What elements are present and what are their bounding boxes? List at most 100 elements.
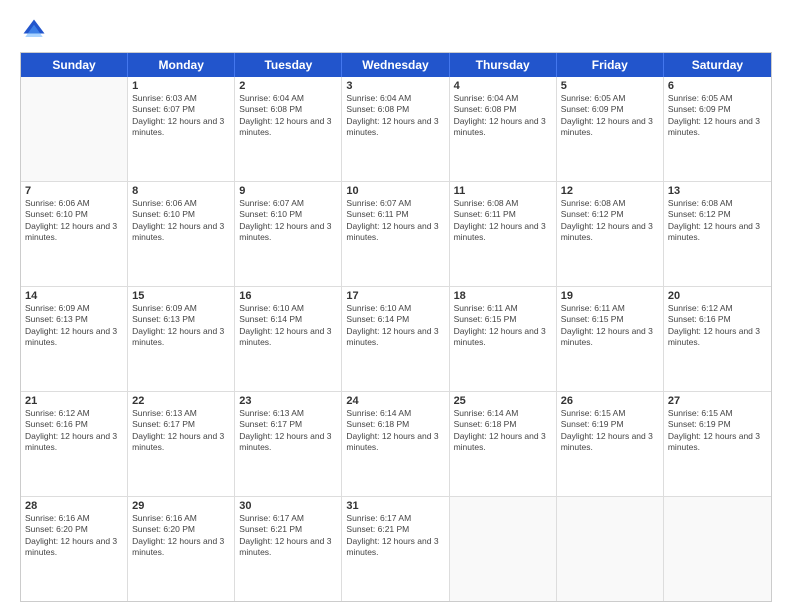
logo xyxy=(20,16,52,44)
calendar-cell: 19Sunrise: 6:11 AM Sunset: 6:15 PM Dayli… xyxy=(557,287,664,391)
day-of-week-header: Saturday xyxy=(664,53,771,77)
calendar-cell: 26Sunrise: 6:15 AM Sunset: 6:19 PM Dayli… xyxy=(557,392,664,496)
calendar-cell: 28Sunrise: 6:16 AM Sunset: 6:20 PM Dayli… xyxy=(21,497,128,601)
calendar-cell: 12Sunrise: 6:08 AM Sunset: 6:12 PM Dayli… xyxy=(557,182,664,286)
calendar-cell xyxy=(21,77,128,181)
day-info: Sunrise: 6:05 AM Sunset: 6:09 PM Dayligh… xyxy=(561,93,659,139)
day-of-week-header: Tuesday xyxy=(235,53,342,77)
day-info: Sunrise: 6:13 AM Sunset: 6:17 PM Dayligh… xyxy=(239,408,337,454)
calendar-cell: 24Sunrise: 6:14 AM Sunset: 6:18 PM Dayli… xyxy=(342,392,449,496)
day-info: Sunrise: 6:06 AM Sunset: 6:10 PM Dayligh… xyxy=(132,198,230,244)
day-number: 7 xyxy=(25,185,123,197)
day-number: 12 xyxy=(561,185,659,197)
day-info: Sunrise: 6:08 AM Sunset: 6:11 PM Dayligh… xyxy=(454,198,552,244)
day-info: Sunrise: 6:10 AM Sunset: 6:14 PM Dayligh… xyxy=(346,303,444,349)
day-info: Sunrise: 6:08 AM Sunset: 6:12 PM Dayligh… xyxy=(561,198,659,244)
day-number: 2 xyxy=(239,80,337,92)
day-info: Sunrise: 6:07 AM Sunset: 6:11 PM Dayligh… xyxy=(346,198,444,244)
calendar-cell: 20Sunrise: 6:12 AM Sunset: 6:16 PM Dayli… xyxy=(664,287,771,391)
calendar-week-row: 1Sunrise: 6:03 AM Sunset: 6:07 PM Daylig… xyxy=(21,77,771,182)
calendar-cell: 30Sunrise: 6:17 AM Sunset: 6:21 PM Dayli… xyxy=(235,497,342,601)
day-info: Sunrise: 6:11 AM Sunset: 6:15 PM Dayligh… xyxy=(561,303,659,349)
day-info: Sunrise: 6:16 AM Sunset: 6:20 PM Dayligh… xyxy=(25,513,123,559)
day-of-week-header: Sunday xyxy=(21,53,128,77)
calendar-cell: 3Sunrise: 6:04 AM Sunset: 6:08 PM Daylig… xyxy=(342,77,449,181)
day-info: Sunrise: 6:08 AM Sunset: 6:12 PM Dayligh… xyxy=(668,198,767,244)
calendar-cell: 11Sunrise: 6:08 AM Sunset: 6:11 PM Dayli… xyxy=(450,182,557,286)
day-number: 21 xyxy=(25,395,123,407)
calendar-cell: 1Sunrise: 6:03 AM Sunset: 6:07 PM Daylig… xyxy=(128,77,235,181)
calendar-cell: 31Sunrise: 6:17 AM Sunset: 6:21 PM Dayli… xyxy=(342,497,449,601)
day-info: Sunrise: 6:03 AM Sunset: 6:07 PM Dayligh… xyxy=(132,93,230,139)
page: SundayMondayTuesdayWednesdayThursdayFrid… xyxy=(0,0,792,612)
day-info: Sunrise: 6:04 AM Sunset: 6:08 PM Dayligh… xyxy=(239,93,337,139)
calendar-cell xyxy=(664,497,771,601)
day-number: 1 xyxy=(132,80,230,92)
calendar-cell: 7Sunrise: 6:06 AM Sunset: 6:10 PM Daylig… xyxy=(21,182,128,286)
day-number: 30 xyxy=(239,500,337,512)
day-info: Sunrise: 6:04 AM Sunset: 6:08 PM Dayligh… xyxy=(346,93,444,139)
calendar-cell: 15Sunrise: 6:09 AM Sunset: 6:13 PM Dayli… xyxy=(128,287,235,391)
calendar-cell: 14Sunrise: 6:09 AM Sunset: 6:13 PM Dayli… xyxy=(21,287,128,391)
day-number: 18 xyxy=(454,290,552,302)
day-number: 3 xyxy=(346,80,444,92)
day-info: Sunrise: 6:17 AM Sunset: 6:21 PM Dayligh… xyxy=(239,513,337,559)
day-number: 25 xyxy=(454,395,552,407)
calendar-header: SundayMondayTuesdayWednesdayThursdayFrid… xyxy=(21,53,771,77)
day-of-week-header: Friday xyxy=(557,53,664,77)
calendar-cell: 5Sunrise: 6:05 AM Sunset: 6:09 PM Daylig… xyxy=(557,77,664,181)
day-info: Sunrise: 6:14 AM Sunset: 6:18 PM Dayligh… xyxy=(346,408,444,454)
day-number: 5 xyxy=(561,80,659,92)
day-number: 9 xyxy=(239,185,337,197)
day-number: 29 xyxy=(132,500,230,512)
day-info: Sunrise: 6:14 AM Sunset: 6:18 PM Dayligh… xyxy=(454,408,552,454)
day-info: Sunrise: 6:13 AM Sunset: 6:17 PM Dayligh… xyxy=(132,408,230,454)
day-of-week-header: Thursday xyxy=(450,53,557,77)
day-info: Sunrise: 6:06 AM Sunset: 6:10 PM Dayligh… xyxy=(25,198,123,244)
calendar-week-row: 28Sunrise: 6:16 AM Sunset: 6:20 PM Dayli… xyxy=(21,497,771,601)
calendar-cell: 16Sunrise: 6:10 AM Sunset: 6:14 PM Dayli… xyxy=(235,287,342,391)
day-number: 4 xyxy=(454,80,552,92)
day-number: 14 xyxy=(25,290,123,302)
calendar: SundayMondayTuesdayWednesdayThursdayFrid… xyxy=(20,52,772,602)
day-info: Sunrise: 6:17 AM Sunset: 6:21 PM Dayligh… xyxy=(346,513,444,559)
day-number: 17 xyxy=(346,290,444,302)
calendar-cell: 21Sunrise: 6:12 AM Sunset: 6:16 PM Dayli… xyxy=(21,392,128,496)
day-info: Sunrise: 6:11 AM Sunset: 6:15 PM Dayligh… xyxy=(454,303,552,349)
calendar-cell: 8Sunrise: 6:06 AM Sunset: 6:10 PM Daylig… xyxy=(128,182,235,286)
calendar-cell: 25Sunrise: 6:14 AM Sunset: 6:18 PM Dayli… xyxy=(450,392,557,496)
header xyxy=(20,16,772,44)
calendar-cell: 13Sunrise: 6:08 AM Sunset: 6:12 PM Dayli… xyxy=(664,182,771,286)
day-number: 23 xyxy=(239,395,337,407)
calendar-cell: 18Sunrise: 6:11 AM Sunset: 6:15 PM Dayli… xyxy=(450,287,557,391)
calendar-week-row: 14Sunrise: 6:09 AM Sunset: 6:13 PM Dayli… xyxy=(21,287,771,392)
calendar-cell: 27Sunrise: 6:15 AM Sunset: 6:19 PM Dayli… xyxy=(664,392,771,496)
calendar-cell: 4Sunrise: 6:04 AM Sunset: 6:08 PM Daylig… xyxy=(450,77,557,181)
day-number: 8 xyxy=(132,185,230,197)
day-info: Sunrise: 6:05 AM Sunset: 6:09 PM Dayligh… xyxy=(668,93,767,139)
day-info: Sunrise: 6:15 AM Sunset: 6:19 PM Dayligh… xyxy=(668,408,767,454)
day-number: 6 xyxy=(668,80,767,92)
day-number: 26 xyxy=(561,395,659,407)
logo-icon xyxy=(20,16,48,44)
calendar-cell: 29Sunrise: 6:16 AM Sunset: 6:20 PM Dayli… xyxy=(128,497,235,601)
calendar-cell: 17Sunrise: 6:10 AM Sunset: 6:14 PM Dayli… xyxy=(342,287,449,391)
calendar-cell: 23Sunrise: 6:13 AM Sunset: 6:17 PM Dayli… xyxy=(235,392,342,496)
day-number: 13 xyxy=(668,185,767,197)
day-info: Sunrise: 6:04 AM Sunset: 6:08 PM Dayligh… xyxy=(454,93,552,139)
day-info: Sunrise: 6:12 AM Sunset: 6:16 PM Dayligh… xyxy=(25,408,123,454)
calendar-cell: 9Sunrise: 6:07 AM Sunset: 6:10 PM Daylig… xyxy=(235,182,342,286)
day-number: 31 xyxy=(346,500,444,512)
day-info: Sunrise: 6:12 AM Sunset: 6:16 PM Dayligh… xyxy=(668,303,767,349)
day-number: 19 xyxy=(561,290,659,302)
day-number: 22 xyxy=(132,395,230,407)
day-of-week-header: Monday xyxy=(128,53,235,77)
day-number: 27 xyxy=(668,395,767,407)
day-number: 24 xyxy=(346,395,444,407)
day-info: Sunrise: 6:09 AM Sunset: 6:13 PM Dayligh… xyxy=(132,303,230,349)
day-number: 15 xyxy=(132,290,230,302)
day-number: 20 xyxy=(668,290,767,302)
calendar-cell: 10Sunrise: 6:07 AM Sunset: 6:11 PM Dayli… xyxy=(342,182,449,286)
day-info: Sunrise: 6:09 AM Sunset: 6:13 PM Dayligh… xyxy=(25,303,123,349)
day-number: 28 xyxy=(25,500,123,512)
